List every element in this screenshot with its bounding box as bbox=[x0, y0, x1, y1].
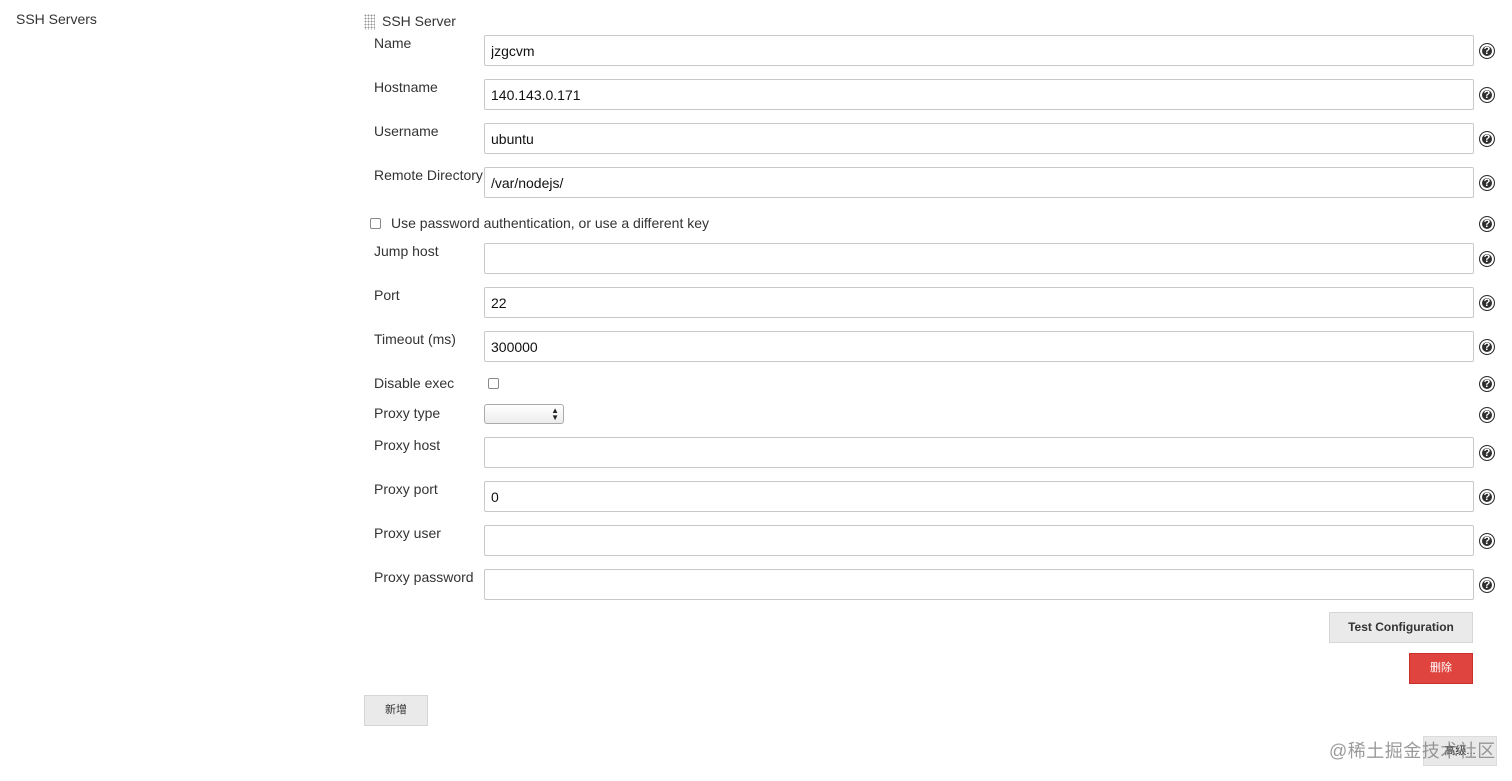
block-title: SSH Server bbox=[382, 13, 456, 29]
help-icon[interactable]: ? bbox=[1479, 43, 1495, 59]
section-label: SSH Servers bbox=[16, 11, 97, 27]
hostname-input[interactable] bbox=[484, 79, 1474, 110]
help-icon[interactable]: ? bbox=[1479, 533, 1495, 549]
help-icon[interactable]: ? bbox=[1479, 131, 1495, 147]
select-arrows-icon: ▲ ▼ bbox=[551, 406, 559, 422]
help-icon[interactable]: ? bbox=[1479, 577, 1495, 593]
delete-button[interactable]: 删除 bbox=[1409, 653, 1473, 684]
help-icon[interactable]: ? bbox=[1479, 489, 1495, 505]
add-button[interactable]: 新增 bbox=[364, 695, 428, 726]
help-icon[interactable]: ? bbox=[1479, 87, 1495, 103]
port-input[interactable] bbox=[484, 287, 1474, 318]
proxy-port-input[interactable] bbox=[484, 481, 1474, 512]
remote-directory-input[interactable] bbox=[484, 167, 1474, 198]
username-label: Username bbox=[374, 123, 439, 139]
jump-host-input[interactable] bbox=[484, 243, 1474, 274]
hostname-label: Hostname bbox=[374, 79, 438, 95]
drag-handle-icon[interactable] bbox=[364, 14, 375, 30]
jump-host-label: Jump host bbox=[374, 243, 439, 259]
username-input[interactable] bbox=[484, 123, 1474, 154]
proxy-user-input[interactable] bbox=[484, 525, 1474, 556]
use-password-checkbox[interactable] bbox=[370, 218, 381, 229]
help-icon[interactable]: ? bbox=[1479, 407, 1495, 423]
help-icon[interactable]: ? bbox=[1479, 216, 1495, 232]
disable-exec-checkbox[interactable] bbox=[488, 378, 499, 389]
watermark: @稀土掘金技术社区 bbox=[1329, 741, 1496, 761]
proxy-host-label: Proxy host bbox=[374, 437, 441, 453]
help-icon[interactable]: ? bbox=[1479, 339, 1495, 355]
proxy-user-label: Proxy user bbox=[374, 525, 441, 541]
use-password-label[interactable]: Use password authentication, or use a di… bbox=[391, 215, 709, 231]
help-icon[interactable]: ? bbox=[1479, 251, 1495, 267]
test-configuration-button[interactable]: Test Configuration bbox=[1329, 612, 1473, 643]
help-icon[interactable]: ? bbox=[1479, 295, 1495, 311]
name-label: Name bbox=[374, 35, 412, 51]
timeout-input[interactable] bbox=[484, 331, 1474, 362]
timeout-label: Timeout (ms) bbox=[374, 331, 456, 347]
port-label: Port bbox=[374, 287, 400, 303]
help-icon[interactable]: ? bbox=[1479, 175, 1495, 191]
remote-directory-label: Remote Directory bbox=[374, 167, 483, 183]
help-icon[interactable]: ? bbox=[1479, 445, 1495, 461]
help-icon[interactable]: ? bbox=[1479, 376, 1495, 392]
proxy-password-input[interactable] bbox=[484, 569, 1474, 600]
disable-exec-label: Disable exec bbox=[374, 375, 455, 391]
proxy-host-input[interactable] bbox=[484, 437, 1474, 468]
name-input[interactable] bbox=[484, 35, 1474, 66]
proxy-type-label: Proxy type bbox=[374, 405, 441, 421]
proxy-password-label: Proxy password bbox=[374, 569, 474, 585]
proxy-type-select[interactable]: ▲ ▼ bbox=[484, 404, 564, 424]
proxy-port-label: Proxy port bbox=[374, 481, 438, 497]
